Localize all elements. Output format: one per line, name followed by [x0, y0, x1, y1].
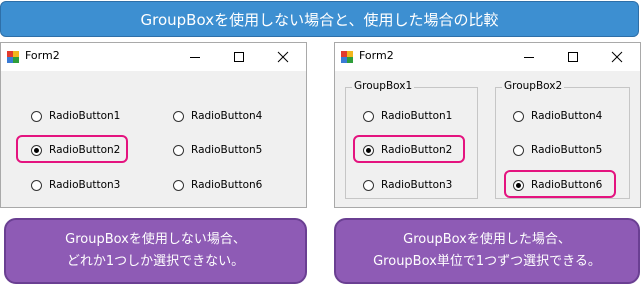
- radio-circle-checked: [513, 179, 524, 191]
- close-icon: [277, 51, 289, 63]
- close-button[interactable]: [261, 45, 305, 69]
- radio-button-3[interactable]: RadioButton3: [31, 177, 120, 193]
- maximize-button[interactable]: [217, 45, 261, 69]
- callout-without-groupbox: GroupBoxを使用しない場合、 どれか1つしか選択できない。: [4, 218, 307, 284]
- groupbox-label: GroupBox1: [352, 80, 415, 92]
- radio-button-4[interactable]: RadioButton4: [173, 108, 262, 124]
- close-button[interactable]: [595, 45, 639, 69]
- radio-button-5[interactable]: RadioButton5: [173, 142, 262, 158]
- radio-label: RadioButton4: [191, 110, 263, 122]
- callout-line-1: GroupBoxを使用しない場合、: [65, 232, 246, 247]
- radio-circle: [363, 110, 374, 122]
- maximize-icon: [568, 52, 578, 62]
- radio-button-6[interactable]: RadioButton6: [173, 177, 262, 193]
- radio-button-1[interactable]: RadioButton1: [363, 108, 452, 124]
- groupbox-2: GroupBox2 RadioButton4 RadioButton5 Radi…: [495, 80, 630, 199]
- minimize-icon: [190, 57, 200, 58]
- close-icon: [611, 51, 623, 63]
- radio-circle: [513, 144, 524, 156]
- maximize-button[interactable]: [551, 45, 595, 69]
- radio-circle-checked: [31, 144, 42, 156]
- radio-label: RadioButton3: [381, 179, 453, 191]
- radio-label: RadioButton5: [531, 144, 603, 156]
- callout-line-2: GroupBox単位で1つずつ選択できる。: [373, 254, 601, 269]
- radio-circle: [31, 110, 42, 122]
- minimize-button[interactable]: [507, 45, 551, 69]
- minimize-icon: [524, 57, 534, 58]
- radio-button-4[interactable]: RadioButton4: [513, 108, 602, 124]
- radio-circle: [173, 110, 184, 122]
- maximize-icon: [234, 52, 244, 62]
- callout-with-groupbox: GroupBoxを使用した場合、 GroupBox単位で1つずつ選択できる。: [334, 218, 640, 284]
- window-title: Form2: [25, 49, 60, 62]
- radio-button-2[interactable]: RadioButton2: [31, 142, 120, 158]
- radio-button-1[interactable]: RadioButton1: [31, 108, 120, 124]
- groupbox-1: GroupBox1 RadioButton1 RadioButton2 Radi…: [345, 80, 478, 199]
- groupbox-label: GroupBox2: [502, 80, 565, 92]
- radio-button-2[interactable]: RadioButton2: [363, 142, 452, 158]
- radio-circle-checked: [363, 144, 374, 156]
- form-window-without-groupbox: Form2 RadioButton1 RadioButton2 RadioBut…: [0, 42, 307, 208]
- radio-label: RadioButton3: [49, 179, 121, 191]
- form-app-icon: [7, 51, 19, 63]
- radio-circle: [173, 144, 184, 156]
- radio-label: RadioButton2: [381, 144, 453, 156]
- window-title: Form2: [359, 49, 394, 62]
- radio-circle: [31, 179, 42, 191]
- radio-circle: [513, 110, 524, 122]
- radio-button-3[interactable]: RadioButton3: [363, 177, 452, 193]
- title-bar[interactable]: Form2: [1, 43, 306, 71]
- radio-label: RadioButton4: [531, 110, 603, 122]
- form-window-with-groupbox: Form2 GroupBox1 RadioButton1 RadioButton…: [334, 42, 641, 208]
- banner-text: GroupBoxを使用しない場合と、使用した場合の比較: [140, 10, 499, 29]
- radio-label: RadioButton1: [381, 110, 453, 122]
- radio-label: RadioButton1: [49, 110, 121, 122]
- radio-label: RadioButton6: [531, 179, 603, 191]
- callout-line-1: GroupBoxを使用した場合、: [403, 232, 571, 247]
- radio-circle: [363, 179, 374, 191]
- comparison-banner: GroupBoxを使用しない場合と、使用した場合の比較: [0, 1, 639, 37]
- radio-button-5[interactable]: RadioButton5: [513, 142, 602, 158]
- form-app-icon: [341, 51, 353, 63]
- title-bar[interactable]: Form2: [335, 43, 640, 71]
- radio-circle: [173, 179, 184, 191]
- radio-label: RadioButton6: [191, 179, 263, 191]
- minimize-button[interactable]: [173, 45, 217, 69]
- radio-button-6[interactable]: RadioButton6: [513, 177, 602, 193]
- callout-line-2: どれか1つしか選択できない。: [66, 254, 245, 269]
- radio-label: RadioButton5: [191, 144, 263, 156]
- radio-label: RadioButton2: [49, 144, 121, 156]
